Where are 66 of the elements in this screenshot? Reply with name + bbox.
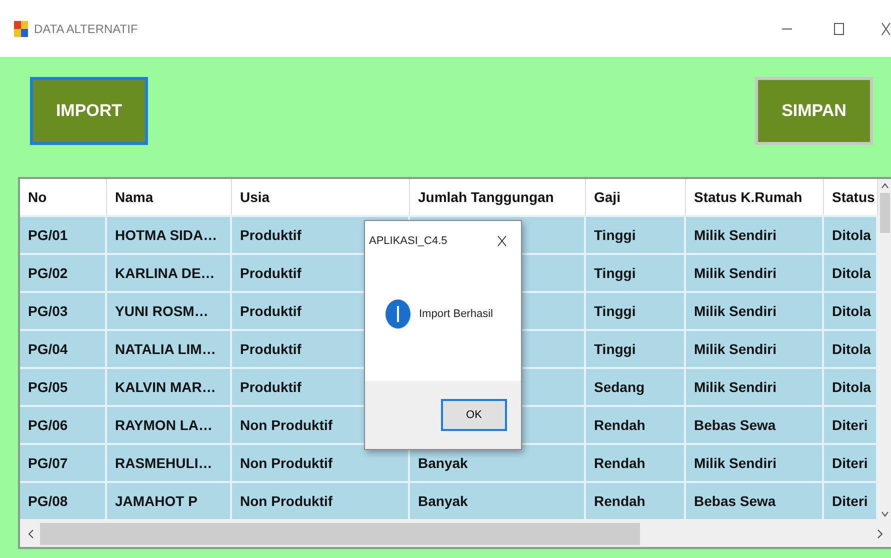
window-title: DATA ALTERNATIF xyxy=(34,22,138,36)
column-header[interactable]: Usia xyxy=(232,179,410,215)
column-header[interactable]: Nama xyxy=(107,179,232,215)
table-cell: Rendah xyxy=(586,443,686,481)
table-cell: NATALIA LIM… xyxy=(107,329,232,367)
table-cell: Non Produktif xyxy=(232,481,410,519)
table-cell: PG/05 xyxy=(20,367,107,405)
table-cell: Rendah xyxy=(586,405,686,443)
table-cell: PG/03 xyxy=(20,291,107,329)
column-header[interactable]: Status K.Rumah xyxy=(686,179,824,215)
table-cell: PG/08 xyxy=(20,481,107,519)
column-header[interactable]: Gaji xyxy=(586,179,686,215)
table-cell: Diteri xyxy=(824,405,878,443)
table-cell: Sedang xyxy=(586,367,686,405)
table-cell: Diteri xyxy=(824,443,878,481)
dialog-message: Import Berhasil xyxy=(419,308,493,320)
maximize-icon[interactable] xyxy=(833,22,845,34)
close-icon[interactable] xyxy=(497,235,507,247)
import-button[interactable]: IMPORT xyxy=(30,77,148,145)
table-cell: Rendah xyxy=(586,481,686,519)
table-cell: Tinggi xyxy=(586,215,686,253)
column-header[interactable]: Jumlah Tanggungan xyxy=(410,179,586,215)
table-cell: Tinggi xyxy=(586,291,686,329)
table-cell: Bebas Sewa xyxy=(686,481,824,519)
table-cell: Ditola xyxy=(824,215,878,253)
table-cell: Diteri xyxy=(824,481,878,519)
table-cell: Tinggi xyxy=(586,253,686,291)
table-cell: Bebas Sewa xyxy=(686,405,824,443)
scroll-right-icon[interactable] xyxy=(877,529,883,539)
column-header[interactable]: Status xyxy=(824,179,878,215)
scroll-thumb[interactable] xyxy=(880,193,890,233)
table-cell: Milik Sendiri xyxy=(686,367,824,405)
table-cell: YUNI ROSM… xyxy=(107,291,232,329)
close-icon[interactable] xyxy=(881,22,891,36)
table-cell: PG/02 xyxy=(20,253,107,291)
table-cell: Ditola xyxy=(824,329,878,367)
table-cell: Ditola xyxy=(824,291,878,329)
table-cell: Milik Sendiri xyxy=(686,443,824,481)
column-header[interactable]: No xyxy=(20,179,107,215)
table-cell: Tinggi xyxy=(586,329,686,367)
save-button[interactable]: SIMPAN xyxy=(755,77,873,145)
table-cell: RAYMON LA… xyxy=(107,405,232,443)
table-cell: PG/01 xyxy=(20,215,107,253)
table-cell: KARLINA DE… xyxy=(107,253,232,291)
table-cell: Banyak xyxy=(410,481,586,519)
table-cell: PG/07 xyxy=(20,443,107,481)
table-cell: Non Produktif xyxy=(232,443,410,481)
app-icon xyxy=(14,20,28,36)
scroll-left-icon[interactable] xyxy=(28,529,34,539)
table-cell: Milik Sendiri xyxy=(686,253,824,291)
table-cell: PG/04 xyxy=(20,329,107,367)
table-cell: Milik Sendiri xyxy=(686,329,824,367)
table-cell: JAMAHOT P xyxy=(107,481,232,519)
ok-button[interactable]: OK xyxy=(441,399,507,431)
scroll-thumb[interactable] xyxy=(40,523,640,545)
table-cell: KALVIN MAR… xyxy=(107,367,232,405)
scroll-up-icon[interactable] xyxy=(880,183,888,189)
table-cell: RASMEHULI… xyxy=(107,443,232,481)
info-icon xyxy=(385,299,411,329)
table-cell: Ditola xyxy=(824,367,878,405)
table-cell: PG/06 xyxy=(20,405,107,443)
table-cell: Ditola xyxy=(824,253,878,291)
table-cell: Milik Sendiri xyxy=(686,215,824,253)
table-cell: Milik Sendiri xyxy=(686,291,824,329)
table-cell: HOTMA SIDA… xyxy=(107,215,232,253)
scroll-down-icon[interactable] xyxy=(880,511,888,517)
